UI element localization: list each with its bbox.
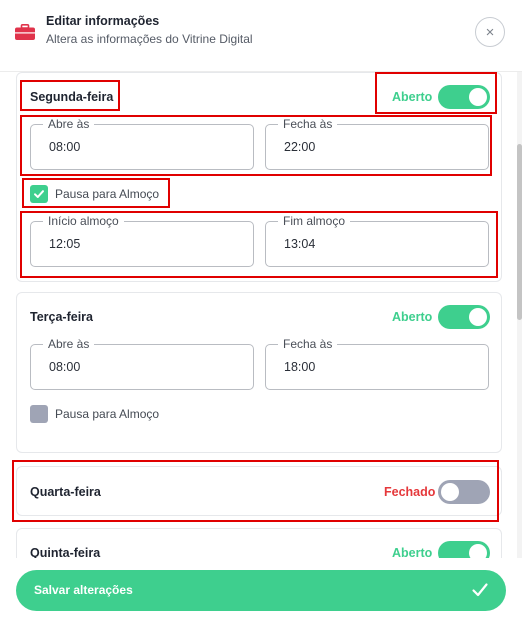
opens-at-field[interactable]: Abre às 08:00 [30, 117, 254, 170]
day-name: Quarta-feira [30, 485, 101, 499]
scrollbar-thumb[interactable] [517, 144, 522, 320]
lunch-end-label: Fim almoço [278, 214, 351, 228]
lunch-break-checkbox[interactable] [30, 185, 48, 203]
dialog-header: Editar informações Altera as informações… [0, 0, 522, 72]
day-name: Segunda-feira [30, 90, 114, 104]
day-status: Aberto [392, 310, 433, 324]
closes-at-value: 18:00 [284, 360, 316, 374]
day-open-toggle[interactable] [438, 541, 490, 558]
toggle-knob [469, 544, 487, 558]
opens-at-label: Abre às [43, 117, 95, 131]
schedule-scroll-area[interactable]: Segunda-feira Aberto Abre às 08:00 Fecha… [0, 72, 522, 558]
day-card-monday: Segunda-feira Aberto Abre às 08:00 Fecha… [16, 72, 502, 282]
dialog-footer: Salvar alterações [0, 558, 522, 618]
toggle-knob [441, 483, 459, 501]
day-name: Quinta-feira [30, 546, 101, 558]
close-button[interactable]: × [475, 17, 505, 47]
toggle-knob [469, 88, 487, 106]
lunch-break-checkbox[interactable] [30, 405, 48, 423]
check-icon [472, 583, 488, 597]
day-status: Aberto [392, 546, 433, 558]
closes-at-field[interactable]: Fecha às 18:00 [265, 337, 489, 390]
closes-at-label: Fecha às [278, 337, 338, 351]
day-card-tuesday: Terça-feira Aberto Abre às 08:00 Fecha à… [16, 292, 502, 453]
closes-at-field[interactable]: Fecha às 22:00 [265, 117, 489, 170]
opens-at-field[interactable]: Abre às 08:00 [30, 337, 254, 390]
day-card-wednesday: Quarta-feira Fechado [16, 466, 502, 516]
save-changes-button[interactable]: Salvar alterações [16, 570, 506, 611]
closes-at-value: 22:00 [284, 140, 316, 154]
day-name: Terça-feira [30, 310, 93, 324]
day-open-toggle[interactable] [438, 85, 490, 109]
dialog-title: Editar informações [46, 14, 160, 28]
lunch-start-value: 12:05 [49, 237, 81, 251]
day-open-toggle[interactable] [438, 480, 490, 504]
day-status: Aberto [392, 90, 433, 104]
scrollbar[interactable] [517, 72, 522, 558]
toggle-knob [469, 308, 487, 326]
close-icon: × [485, 23, 495, 41]
day-status: Fechado [384, 485, 436, 499]
save-button-label: Salvar alterações [34, 583, 133, 597]
closes-at-label: Fecha às [278, 117, 338, 131]
lunch-start-field[interactable]: Início almoço 12:05 [30, 214, 254, 267]
day-card-thursday: Quinta-feira Aberto [16, 528, 502, 558]
opens-at-value: 08:00 [49, 140, 81, 154]
opens-at-value: 08:00 [49, 360, 81, 374]
lunch-break-label: Pausa para Almoço [55, 187, 160, 201]
store-briefcase-icon [15, 24, 35, 40]
checkmark-icon [34, 190, 44, 198]
lunch-break-checkbox-row[interactable]: Pausa para Almoço [30, 185, 159, 203]
lunch-start-label: Início almoço [43, 214, 124, 228]
lunch-break-label: Pausa para Almoço [55, 407, 160, 421]
dialog-subtitle: Altera as informações do Vitrine Digital [46, 32, 253, 46]
day-open-toggle[interactable] [438, 305, 490, 329]
opens-at-label: Abre às [43, 337, 95, 351]
lunch-break-checkbox-row[interactable]: Pausa para Almoço [30, 405, 159, 423]
lunch-end-field[interactable]: Fim almoço 13:04 [265, 214, 489, 267]
lunch-end-value: 13:04 [284, 237, 316, 251]
